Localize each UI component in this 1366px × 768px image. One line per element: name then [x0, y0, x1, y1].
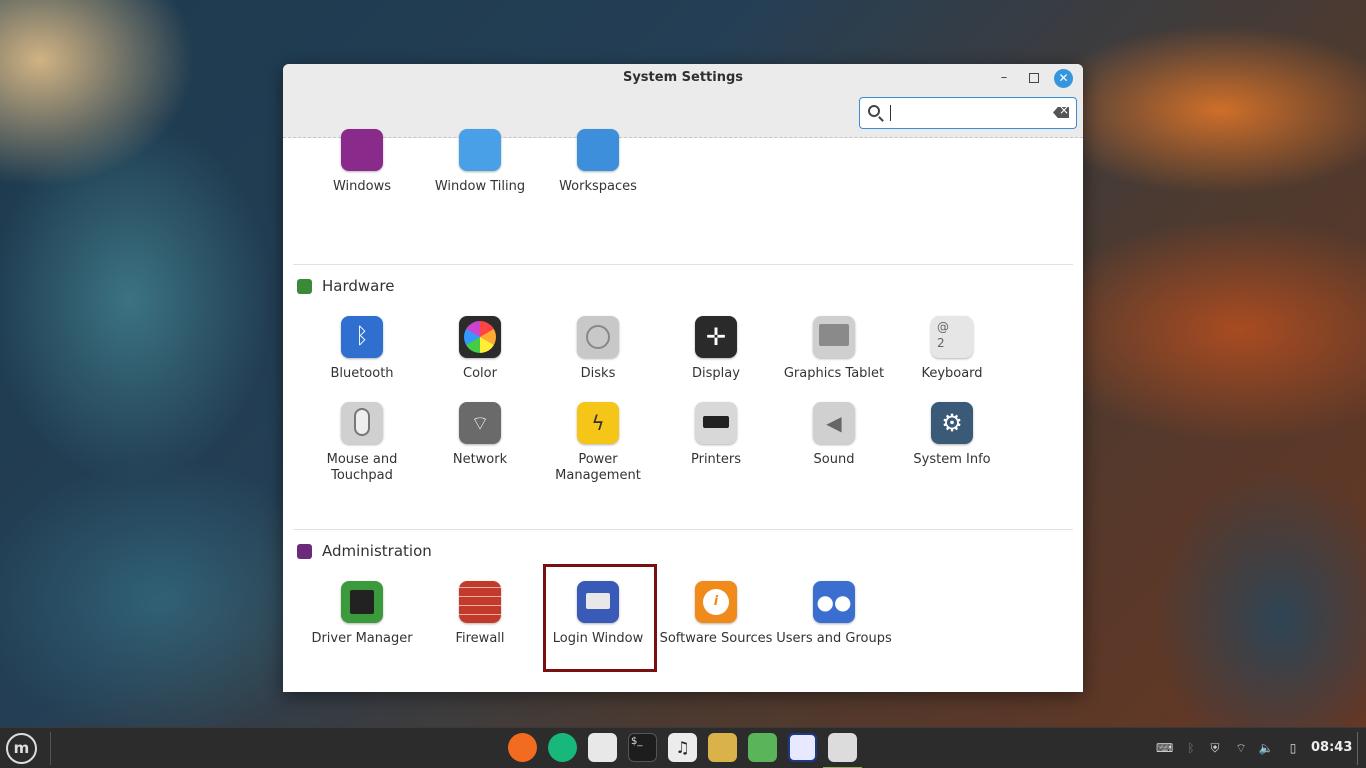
item-disks[interactable]: Disks: [539, 316, 657, 382]
maximize-button[interactable]: [1026, 70, 1042, 86]
item-label: Mouse and Touchpad: [326, 452, 398, 483]
graphics-tablet-icon: [813, 316, 855, 358]
bluetooth-icon: ᛒ: [341, 316, 383, 358]
item-label: Driver Manager: [311, 631, 413, 646]
administration-icon: [297, 543, 312, 559]
item-bluetooth[interactable]: ᛒ Bluetooth: [303, 316, 421, 382]
color-icon: [459, 316, 501, 358]
item-label: Software Sources: [659, 631, 773, 646]
taskbar: m $_ ♫ ⌨ ᛒ ⛨ ⌔ 🔈 ▯ 08:43: [0, 727, 1366, 768]
keys-icon[interactable]: [748, 733, 777, 762]
system-info-icon: ⚙: [931, 402, 973, 444]
item-printers[interactable]: Printers: [657, 402, 775, 468]
text-cursor: [890, 105, 891, 121]
volume-tray-icon[interactable]: 🔈: [1258, 740, 1274, 756]
users-groups-icon: ●●: [813, 581, 855, 623]
item-windows[interactable]: Windows: [303, 129, 421, 195]
titlebar: System Settings – ✕: [283, 64, 1083, 138]
menu-button[interactable]: m: [6, 733, 37, 764]
window-title: System Settings: [622, 70, 744, 85]
item-label: Workspaces: [559, 179, 637, 194]
window-tiling-icon: [459, 129, 501, 171]
mouse-icon: [341, 402, 383, 444]
battery-tray-icon[interactable]: ▯: [1285, 740, 1301, 756]
element-icon[interactable]: [548, 733, 577, 762]
item-software-sources[interactable]: i Software Sources: [657, 581, 775, 647]
item-power-management[interactable]: ϟ Power Management: [539, 402, 657, 484]
firewall-icon: [459, 581, 501, 623]
settings-content: Windows Window Tiling Workspaces Hardwar…: [283, 129, 1083, 692]
item-system-info[interactable]: ⚙ System Info: [893, 402, 1011, 468]
system-settings-window: System Settings – ✕ Windows Window Tilin…: [283, 64, 1083, 692]
item-workspaces[interactable]: Workspaces: [539, 129, 657, 195]
close-button[interactable]: ✕: [1054, 69, 1073, 88]
shield-tray-icon[interactable]: ⛨: [1207, 740, 1223, 756]
item-label: Firewall: [455, 631, 505, 646]
item-users-groups[interactable]: ●● Users and Groups: [775, 581, 893, 647]
item-mouse-touchpad[interactable]: Mouse and Touchpad: [303, 402, 421, 484]
settings-icon[interactable]: [823, 733, 862, 768]
tasks-icon[interactable]: [588, 733, 617, 762]
item-label: Power Management: [555, 452, 641, 483]
item-label: Bluetooth: [330, 366, 394, 381]
minimize-button[interactable]: –: [996, 70, 1012, 86]
item-label: System Info: [913, 452, 991, 467]
item-keyboard[interactable]: @2 Keyboard: [893, 316, 1011, 382]
files-icon[interactable]: [708, 733, 737, 762]
workspaces-icon: [577, 129, 619, 171]
item-color[interactable]: Color: [421, 316, 539, 382]
bluetooth-tray-icon[interactable]: ᛒ: [1183, 740, 1199, 756]
item-label: Window Tiling: [434, 179, 526, 194]
section-header-hardware: Hardware: [297, 277, 394, 295]
item-display[interactable]: ✛ Display: [657, 316, 775, 382]
network-icon: ⌔: [459, 402, 501, 444]
wifi-tray-icon[interactable]: ⌔: [1233, 740, 1249, 756]
item-window-tiling[interactable]: Window Tiling: [421, 129, 539, 195]
sound-icon: ◀: [813, 402, 855, 444]
item-sound[interactable]: ◀ Sound: [775, 402, 893, 468]
item-firewall[interactable]: Firewall: [421, 581, 539, 647]
display-icon: ✛: [695, 316, 737, 358]
bitwarden-icon[interactable]: [788, 733, 817, 762]
search-input[interactable]: [859, 97, 1077, 129]
clear-search-icon[interactable]: [1053, 107, 1069, 118]
item-label: Graphics Tablet: [783, 366, 885, 381]
section-header-administration: Administration: [297, 542, 432, 560]
divider: [293, 264, 1073, 265]
keyboard-icon: @2: [931, 316, 973, 358]
item-label: Network: [452, 452, 508, 467]
item-network[interactable]: ⌔ Network: [421, 402, 539, 468]
item-label: Printers: [690, 452, 742, 467]
item-label: Users and Groups: [776, 631, 892, 646]
keyboard-tray-icon[interactable]: ⌨: [1156, 740, 1173, 756]
item-label: Sound: [813, 452, 855, 467]
section-title: Administration: [322, 542, 432, 560]
driver-manager-icon: [341, 581, 383, 623]
divider: [293, 529, 1073, 530]
search-icon: [868, 105, 880, 117]
printer-icon: [695, 402, 737, 444]
item-driver-manager[interactable]: Driver Manager: [303, 581, 421, 647]
item-graphics-tablet[interactable]: Graphics Tablet: [775, 316, 893, 382]
music-icon[interactable]: ♫: [668, 733, 697, 762]
item-label: Disks: [580, 366, 616, 381]
disks-icon: [577, 316, 619, 358]
taskbar-separator: [50, 732, 51, 765]
hardware-icon: [297, 278, 312, 294]
item-label: Color: [463, 366, 497, 381]
show-desktop-button[interactable]: [1357, 732, 1358, 765]
selection-highlight: [543, 564, 657, 672]
item-label: Windows: [332, 179, 392, 194]
windows-icon: [341, 129, 383, 171]
clock[interactable]: 08:43: [1311, 740, 1352, 755]
power-icon: ϟ: [577, 402, 619, 444]
software-sources-icon: i: [695, 581, 737, 623]
item-label: Display: [692, 366, 740, 381]
section-title: Hardware: [322, 277, 395, 295]
firefox-icon[interactable]: [508, 733, 537, 762]
item-label: Keyboard: [921, 366, 983, 381]
terminal-icon[interactable]: $_: [628, 733, 657, 762]
